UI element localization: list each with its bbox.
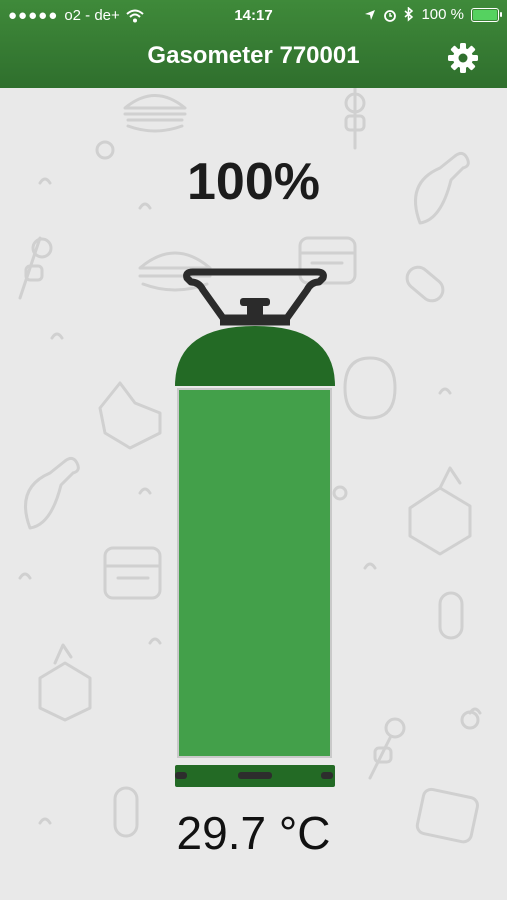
page-title: Gasometer 770001 (147, 42, 360, 69)
grill-icon (103, 546, 162, 600)
burger-icon (343, 356, 397, 420)
chicken-leg-icon (24, 456, 80, 530)
kebab-icon (368, 717, 406, 780)
bluetooth-icon (404, 7, 414, 22)
gas-level-track (177, 388, 332, 758)
temperature-readout: 29.7 °C (176, 807, 331, 859)
battery-percent: 100 % (421, 6, 464, 23)
camping-stove-icon (98, 381, 162, 450)
gas-level-percent: 100% (187, 153, 320, 211)
kebab-icon (344, 88, 366, 150)
burger-icon (123, 94, 187, 133)
status-bar: ●●●●● o2 - de+ 14:17 100 % (0, 0, 507, 30)
app-header: ●●●●● o2 - de+ 14:17 100 % Gasometer 770… (0, 0, 507, 88)
battery-icon (471, 7, 502, 22)
gear-icon[interactable] (445, 40, 481, 76)
navigation-bar: Gasometer 770001 (0, 30, 507, 88)
hotdog-icon (405, 265, 445, 303)
gas-level-fill (177, 388, 332, 758)
alarm-icon (384, 9, 397, 22)
hotdog-icon (438, 591, 464, 640)
location-arrow-icon (365, 9, 376, 20)
camping-stove-icon (38, 643, 92, 722)
kebab-icon (18, 236, 53, 300)
camping-stove-icon (408, 466, 472, 556)
